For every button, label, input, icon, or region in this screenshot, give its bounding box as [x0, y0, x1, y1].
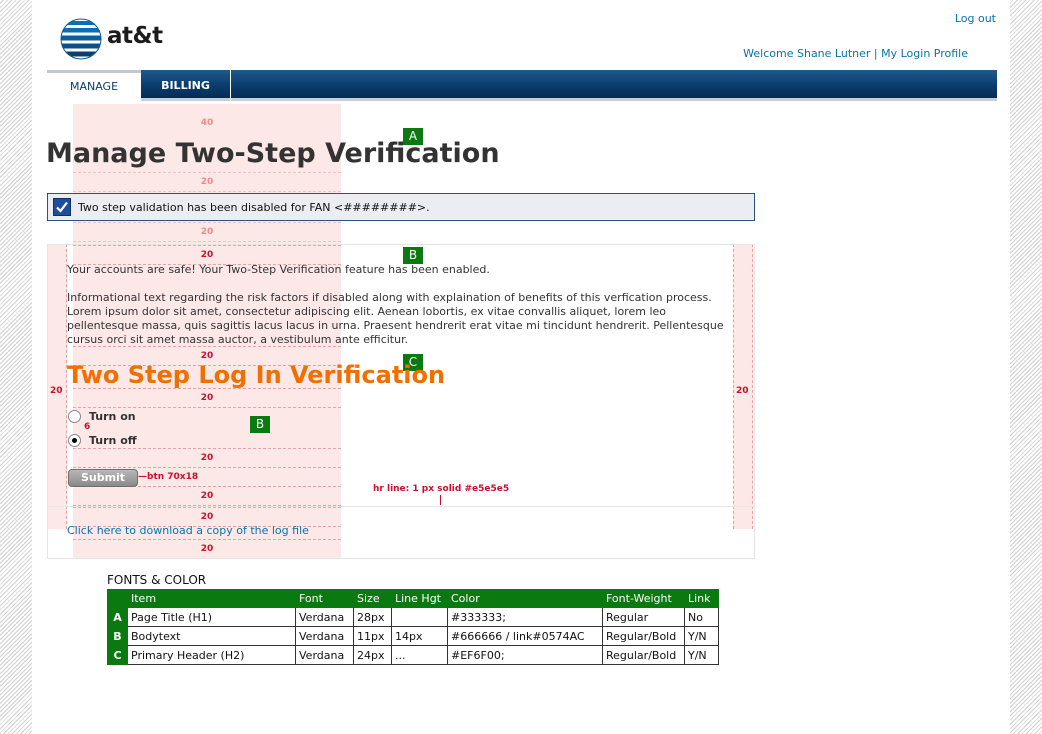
cell-font: Verdana [295, 626, 354, 646]
welcome-bar: Welcome Shane Lutner | My Login Profile [743, 47, 968, 60]
welcome-user-link[interactable]: Welcome Shane Lutner [743, 47, 870, 60]
cell-link: Y/N [684, 626, 719, 646]
cell-item: Page Title (H1) [127, 607, 296, 627]
spacing-20: 20 [73, 222, 341, 242]
radio-button-selected[interactable] [68, 434, 81, 447]
page-title: Manage Two-Step Verification [46, 138, 500, 169]
row-key: B [107, 626, 128, 646]
cell-item: Primary Header (H2) [127, 645, 296, 665]
radio-label: Turn on [89, 410, 136, 423]
radio-button[interactable] [68, 410, 81, 423]
spacing-20: 20 [73, 172, 341, 192]
button-spec-note: —btn 70x18 [138, 472, 199, 482]
cell-weight: Regular/Bold [602, 626, 685, 646]
cell-weight: Regular/Bold [602, 645, 685, 665]
main-nav: MANAGE BILLING [47, 70, 997, 101]
cell-size: 24px [353, 645, 392, 665]
tab-manage[interactable]: MANAGE [47, 70, 141, 101]
cell-font: Verdana [295, 607, 354, 627]
hr-spec-pointer [440, 495, 441, 505]
radio-turn-on[interactable]: Turn on [68, 410, 136, 423]
fonts-table-title: FONTS & COLOR [107, 573, 207, 587]
my-login-profile-link[interactable]: My Login Profile [881, 47, 968, 60]
download-log-link[interactable]: Click here to download a copy of the log… [67, 524, 309, 537]
hr-spec-note: hr line: 1 px solid #e5e5e5 [373, 484, 510, 494]
header-size: Size [353, 589, 392, 608]
tab-billing[interactable]: BILLING [141, 70, 231, 101]
alert-text: Two step validation has been disabled fo… [78, 201, 430, 214]
logout-link[interactable]: Log out [955, 12, 996, 25]
header-font-weight: Font-Weight [602, 589, 685, 608]
header-link: Link [684, 589, 719, 608]
cell-size: 28px [353, 607, 392, 627]
radio-turn-off[interactable]: Turn off [68, 434, 137, 447]
table-row: A Page Title (H1) Verdana 28px #333333; … [107, 607, 719, 627]
status-alert: Two step validation has been disabled fo… [47, 193, 755, 221]
spacing-40: 40 [200, 118, 214, 128]
row-key: A [107, 607, 128, 627]
radio-label: Turn off [89, 434, 137, 447]
button-spec-text: btn 70x18 [147, 472, 199, 482]
header-item: Item [127, 589, 296, 608]
cell-line-height: 14px [391, 626, 448, 646]
cell-size: 11px [353, 626, 392, 646]
row-key: C [107, 645, 128, 665]
submit-button[interactable]: Submit [68, 469, 138, 487]
cell-line-height [391, 607, 448, 627]
fonts-color-table: Item Font Size Line Hgt Color Font-Weigh… [107, 589, 719, 665]
cell-item: Bodytext [127, 626, 296, 646]
cell-link: No [684, 607, 719, 627]
cell-font: Verdana [295, 645, 354, 665]
table-header-row: Item Font Size Line Hgt Color Font-Weigh… [107, 589, 719, 608]
cell-weight: Regular [602, 607, 685, 627]
att-globe-icon [60, 18, 102, 60]
header-color: Color [447, 589, 603, 608]
intro-text: Your accounts are safe! Your Two-Step Ve… [67, 263, 737, 361]
cell-color: #333333; [447, 607, 603, 627]
section-title: Two Step Log In Verification [67, 361, 446, 389]
logo-text: at&t [107, 23, 163, 49]
cell-color: #666666 / link#0574AC [447, 626, 603, 646]
table-row: C Primary Header (H2) Verdana 24px ... #… [107, 645, 719, 665]
cell-link: Y/N [684, 645, 719, 665]
table-row: B Bodytext Verdana 11px 14px #666666 / l… [107, 626, 719, 646]
divider [47, 506, 755, 507]
info-paragraph: Informational text regarding the risk fa… [67, 291, 724, 346]
intro-paragraph: Your accounts are safe! Your Two-Step Ve… [67, 263, 490, 276]
check-icon [53, 198, 71, 216]
welcome-separator: | [873, 47, 878, 60]
header-key [107, 589, 128, 608]
page: at&t Log out Welcome Shane Lutner | My L… [32, 0, 1010, 734]
cell-line-height: ... [391, 645, 448, 665]
header-font: Font [295, 589, 354, 608]
cell-color: #EF6F00; [447, 645, 603, 665]
header-line-height: Line Hgt [391, 589, 448, 608]
